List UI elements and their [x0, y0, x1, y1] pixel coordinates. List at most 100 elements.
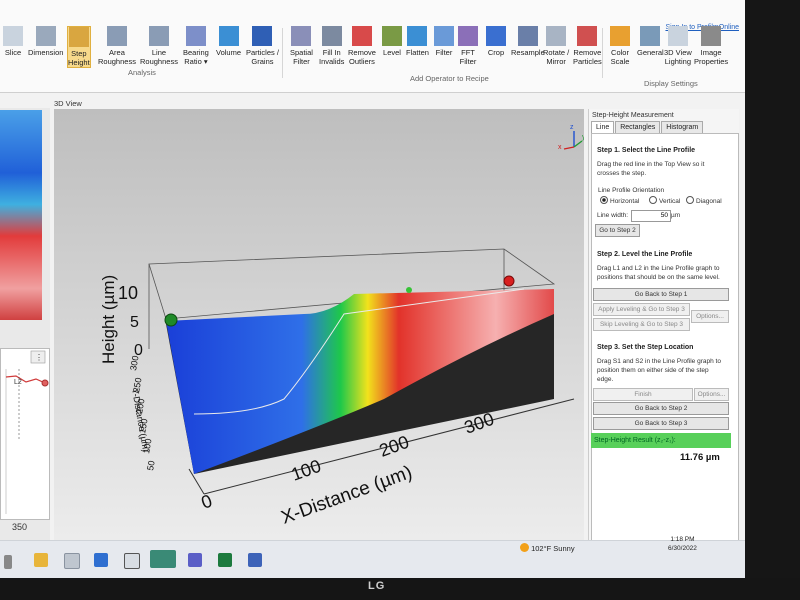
go-to-step2-button[interactable]: Go to Step 2: [595, 224, 640, 237]
line-profile-graph[interactable]: ⋮ L2: [0, 348, 50, 520]
gizmo-x-label: x: [558, 144, 562, 151]
taskbar-stub-icon[interactable]: [4, 555, 12, 569]
tool-crop-button[interactable]: Crop: [486, 26, 506, 57]
x-tick-200: 200: [377, 432, 412, 461]
tool-level-button[interactable]: Level: [382, 26, 402, 57]
excel-icon[interactable]: [218, 553, 232, 567]
corner-marker-red: [503, 275, 515, 287]
radio-label: Horizontal: [610, 198, 640, 205]
group-label-add-operator: Add Operator to Recipe: [410, 74, 489, 83]
ribbon-separator: [282, 28, 283, 78]
panel-title: Step-Height Measurement: [592, 112, 674, 119]
gizmo-z-label: z: [570, 124, 574, 131]
sun-icon: [520, 543, 529, 552]
clock-date: 6/30/2022: [668, 545, 697, 552]
line-roughness-icon: [148, 26, 169, 46]
tool-particles-grains-button[interactable]: Particles / Grains: [246, 26, 279, 66]
tool-resample-button[interactable]: Resample: [511, 26, 545, 57]
line-width-input[interactable]: 50: [631, 210, 671, 222]
tool-bearing-ratio-button[interactable]: Bearing Ratio ▾: [183, 26, 209, 66]
tool-label: Remove: [573, 48, 602, 57]
tool-dimension-button[interactable]: Dimension: [28, 26, 63, 57]
system-clock[interactable]: 1:18 PM 6/30/2022: [668, 535, 697, 553]
tool-label: Dimension: [28, 48, 64, 57]
tool-rotate-mirror-button[interactable]: Rotate / Mirror: [543, 26, 569, 66]
corner-marker-green: [164, 313, 178, 327]
radio-dot-icon: [686, 196, 694, 204]
3d-view-lighting-icon: [667, 26, 688, 46]
dimension-icon: [35, 26, 56, 46]
tool-line-roughness-button[interactable]: Line Roughness: [140, 26, 178, 66]
tool-fft-filter-button[interactable]: FFT Filter: [458, 26, 478, 66]
weather-widget[interactable]: 102°F Sunny: [520, 543, 575, 553]
level-icon: [382, 26, 402, 46]
3d-surface-render: 10 5 0 Height (µm) 300 250 200 150 100 5…: [99, 124, 586, 529]
spatial-filter-icon: [291, 26, 312, 46]
file-explorer-icon[interactable]: [34, 553, 48, 567]
tool-image-properties-button[interactable]: Image Properties: [694, 26, 728, 66]
ribbon-toolbar: Sign In to ProfilmOnline SliceDimensionS…: [0, 0, 745, 93]
tool-filter-button[interactable]: Filter: [434, 26, 454, 57]
tool-label: Image: [700, 48, 722, 57]
step3-text: position them on either side of the step: [597, 367, 709, 374]
tool-label: Roughness: [98, 57, 136, 66]
tool-volume-button[interactable]: Volume: [216, 26, 241, 57]
tool-spatial-filter-button[interactable]: Spatial Filter: [290, 26, 313, 66]
go-back-step3-button[interactable]: Go Back to Step 3: [593, 417, 729, 430]
go-back-step2-button[interactable]: Go Back to Step 2: [593, 402, 729, 415]
clock-time: 1:18 PM: [670, 536, 695, 543]
tool-label: Slice: [4, 48, 22, 57]
app-cube-icon[interactable]: [124, 553, 140, 569]
tool-3d-view-lighting-button[interactable]: 3D View Lighting: [664, 26, 692, 66]
skip-leveling-button[interactable]: Skip Leveling & Go to Step 3: [593, 318, 690, 331]
tool-remove-particles-button[interactable]: Remove Particles: [573, 26, 602, 66]
profile-handle: [41, 379, 49, 387]
z-tick-10: 10: [118, 283, 138, 303]
radio-horizontal[interactable]: Horizontal: [600, 196, 639, 206]
profilm-app-icon[interactable]: [150, 550, 176, 568]
x-tick-100: 100: [289, 456, 324, 485]
l2-marker-label: L2: [14, 379, 22, 386]
tool-flatten-button[interactable]: Flatten: [406, 26, 429, 57]
tool-label: Volume: [216, 48, 242, 57]
step2-text: positions that should be on the same lev…: [597, 274, 720, 281]
top-view-image[interactable]: [0, 110, 42, 320]
profile-axis-value: 350: [12, 522, 28, 532]
tool-color-scale-button[interactable]: Color Scale: [610, 26, 630, 66]
z-tick-5: 5: [130, 314, 139, 331]
line-profile-plot: ⋮ L2: [5, 350, 49, 514]
mail-icon[interactable]: [94, 553, 108, 567]
radio-vertical[interactable]: Vertical: [649, 196, 680, 206]
tool-fill-in-invalids-button[interactable]: Fill In Invalids: [319, 26, 344, 66]
tool-remove-outliers-button[interactable]: Remove Outliers: [348, 26, 376, 66]
remove-particles-icon: [577, 26, 598, 46]
photos-icon[interactable]: [248, 553, 262, 567]
go-back-step1-button[interactable]: Go Back to Step 1: [593, 288, 729, 301]
tool-slice-button[interactable]: Slice: [3, 26, 23, 57]
bearing-ratio-icon: [185, 26, 206, 46]
general-icon: [640, 26, 661, 46]
tool-label: Color: [611, 48, 629, 57]
step3-title: Step 3. Set the Step Location: [597, 344, 694, 351]
tool-area-roughness-button[interactable]: Area Roughness: [98, 26, 136, 66]
image-properties-icon: [701, 26, 722, 46]
tool-general-button[interactable]: General: [637, 26, 664, 57]
tool-label: Fill In: [322, 48, 341, 57]
resample-icon: [517, 26, 538, 46]
apply-leveling-button[interactable]: Apply Leveling & Go to Step 3: [593, 303, 690, 316]
leveling-options-button[interactable]: Options...: [691, 310, 729, 323]
tool-label: Bearing: [183, 48, 209, 57]
3d-view-canvas[interactable]: 10 5 0 Height (µm) 300 250 200 150 100 5…: [54, 109, 586, 549]
store-icon[interactable]: [64, 553, 80, 569]
y-tick: 300: [128, 355, 140, 372]
profile-trace: [5, 375, 46, 384]
teams-icon[interactable]: [188, 553, 202, 567]
tool-label: Particles: [573, 57, 602, 66]
finish-button[interactable]: Finish: [593, 388, 693, 401]
finish-options-button[interactable]: Options...: [694, 388, 729, 401]
tool-label: Remove: [348, 48, 376, 57]
radio-label: Vertical: [659, 198, 681, 205]
tool-label: Step: [71, 49, 87, 58]
tool-step-height-button[interactable]: Step Height: [67, 26, 91, 68]
radio-diagonal[interactable]: Diagonal: [686, 196, 722, 206]
